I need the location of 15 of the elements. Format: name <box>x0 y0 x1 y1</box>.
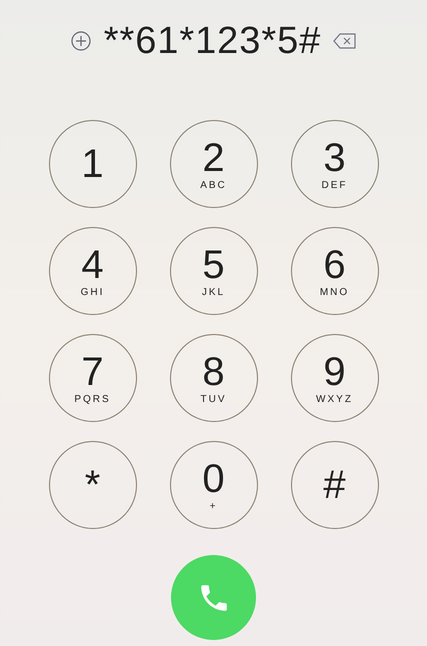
dial-key[interactable]: 1 <box>48 120 136 208</box>
dial-key[interactable]: 0 + <box>170 441 258 529</box>
dial-key[interactable]: 2 ABC <box>170 120 258 208</box>
dial-key[interactable]: 7 PQRS <box>48 334 136 422</box>
dial-key[interactable]: # <box>290 441 378 529</box>
dial-key[interactable]: 4 GHI <box>48 227 136 315</box>
dial-key[interactable]: 8 TUV <box>170 334 258 422</box>
dial-key[interactable]: * <box>48 441 136 529</box>
dial-key[interactable]: 5 JKL <box>170 227 258 315</box>
backspace-icon[interactable] <box>333 32 358 50</box>
dial-key[interactable]: 3 DEF <box>290 120 378 208</box>
dial-key[interactable]: 9 WXYZ <box>290 334 378 422</box>
dialed-number: **61*123*5# <box>104 22 322 60</box>
add-contact-icon[interactable] <box>70 30 92 52</box>
dial-key[interactable]: 6 MNO <box>290 227 378 315</box>
